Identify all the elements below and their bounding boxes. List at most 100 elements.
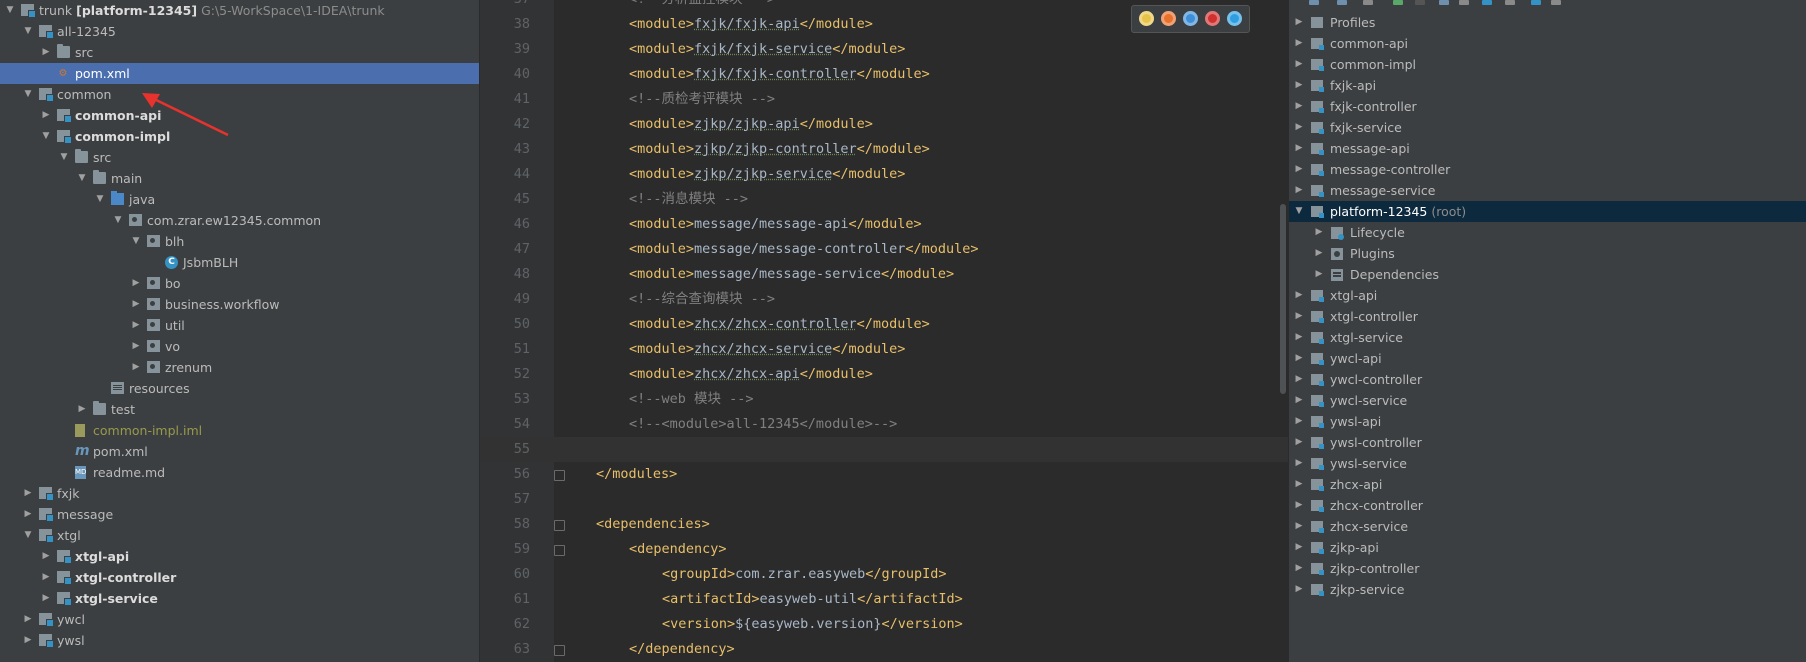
code-line[interactable]: 63 </dependency> bbox=[480, 637, 1288, 662]
tree-row-common[interactable]: ▼ common bbox=[0, 84, 479, 105]
code-line[interactable]: 42 <module>zjkp/zjkp-api</module> bbox=[480, 112, 1288, 137]
maven-toolbar-button[interactable] bbox=[1393, 0, 1403, 5]
maven-row-zhcx-api[interactable]: ▶ zhcx-api bbox=[1289, 474, 1806, 495]
tree-row-xtgl-api[interactable]: ▶ xtgl-api bbox=[0, 546, 479, 567]
maven-row-ywsl-controller[interactable]: ▶ ywsl-controller bbox=[1289, 432, 1806, 453]
maven-row-common-api[interactable]: ▶ common-api bbox=[1289, 33, 1806, 54]
collapsed-arrow-icon[interactable]: ▶ bbox=[130, 315, 142, 336]
fold-marker-icon[interactable] bbox=[554, 645, 565, 656]
tree-row-xtgl[interactable]: ▼ xtgl bbox=[0, 525, 479, 546]
collapsed-arrow-icon[interactable]: ▶ bbox=[22, 483, 34, 504]
collapsed-arrow-icon[interactable]: ▶ bbox=[1293, 285, 1305, 306]
code-line[interactable]: 57 bbox=[480, 487, 1288, 512]
code-line[interactable]: 56 </modules> bbox=[480, 462, 1288, 487]
maven-toolbar-button[interactable] bbox=[1337, 0, 1347, 5]
code-line[interactable]: 48 <module>message/message-service</modul… bbox=[480, 262, 1288, 287]
tree-row-resources[interactable]: resources bbox=[0, 378, 479, 399]
opera-icon[interactable] bbox=[1205, 11, 1220, 26]
collapsed-arrow-icon[interactable]: ▶ bbox=[1293, 432, 1305, 453]
code-line[interactable]: 46 <module>message/message-api</module> bbox=[480, 212, 1288, 237]
tree-row-trunk[interactable]: ▼ trunk [platform-12345] G:\5-WorkSpace\1… bbox=[0, 0, 479, 21]
code-line[interactable]: 39 <module>fxjk/fxjk-service</module> bbox=[480, 37, 1288, 62]
collapsed-arrow-icon[interactable]: ▶ bbox=[1293, 516, 1305, 537]
maven-toolbar-button[interactable] bbox=[1505, 0, 1515, 5]
tree-row-jsbmblh[interactable]: C JsbmBLH bbox=[0, 252, 479, 273]
collapsed-arrow-icon[interactable]: ▶ bbox=[1293, 180, 1305, 201]
collapsed-arrow-icon[interactable]: ▶ bbox=[1293, 453, 1305, 474]
maven-row-fxjk-api[interactable]: ▶ fxjk-api bbox=[1289, 75, 1806, 96]
tree-row-ywcl[interactable]: ▶ ywcl bbox=[0, 609, 479, 630]
collapsed-arrow-icon[interactable]: ▶ bbox=[1293, 474, 1305, 495]
collapsed-arrow-icon[interactable]: ▶ bbox=[1293, 12, 1305, 33]
expanded-arrow-icon[interactable]: ▼ bbox=[1293, 201, 1305, 222]
collapsed-arrow-icon[interactable]: ▶ bbox=[1293, 369, 1305, 390]
code-line[interactable]: 40 <module>fxjk/fxjk-controller</module> bbox=[480, 62, 1288, 87]
collapsed-arrow-icon[interactable]: ▶ bbox=[130, 357, 142, 378]
expanded-arrow-icon[interactable]: ▼ bbox=[58, 147, 70, 168]
tree-row-java[interactable]: ▼ java bbox=[0, 189, 479, 210]
maven-row-xtgl-service[interactable]: ▶ xtgl-service bbox=[1289, 327, 1806, 348]
maven-toolbar-button[interactable] bbox=[1309, 0, 1319, 5]
tree-row-blh[interactable]: ▼ blh bbox=[0, 231, 479, 252]
safari-icon[interactable] bbox=[1183, 11, 1198, 26]
fold-marker-icon[interactable] bbox=[554, 545, 565, 556]
tree-row-com-zrar-ew12345-common[interactable]: ▼ com.zrar.ew12345.common bbox=[0, 210, 479, 231]
collapsed-arrow-icon[interactable]: ▶ bbox=[1293, 390, 1305, 411]
collapsed-arrow-icon[interactable]: ▶ bbox=[1293, 96, 1305, 117]
maven-row-ywcl-api[interactable]: ▶ ywcl-api bbox=[1289, 348, 1806, 369]
maven-row-ywcl-service[interactable]: ▶ ywcl-service bbox=[1289, 390, 1806, 411]
maven-tool-window[interactable]: ▶ Profiles ▶ common-api ▶ common-impl ▶ fxjk-ap… bbox=[1289, 0, 1806, 662]
collapsed-arrow-icon[interactable]: ▶ bbox=[1313, 243, 1325, 264]
code-line[interactable]: 45 <!--消息模块 --> bbox=[480, 187, 1288, 212]
collapsed-arrow-icon[interactable]: ▶ bbox=[1293, 54, 1305, 75]
tree-row-pom-xml[interactable]: ⚙ pom.xml bbox=[0, 63, 479, 84]
maven-toolbar-button[interactable] bbox=[1551, 0, 1561, 5]
tree-row-common-impl-iml[interactable]: common-impl.iml bbox=[0, 420, 479, 441]
collapsed-arrow-icon[interactable]: ▶ bbox=[40, 546, 52, 567]
fold-marker-icon[interactable] bbox=[554, 520, 565, 531]
maven-row-platform-12345[interactable]: ▼ platform-12345 (root) bbox=[1289, 201, 1806, 222]
maven-row-fxjk-service[interactable]: ▶ fxjk-service bbox=[1289, 117, 1806, 138]
collapsed-arrow-icon[interactable]: ▶ bbox=[22, 609, 34, 630]
maven-row-dependencies[interactable]: ▶ Dependencies bbox=[1289, 264, 1806, 285]
collapsed-arrow-icon[interactable]: ▶ bbox=[130, 336, 142, 357]
tree-row-src[interactable]: ▶ src bbox=[0, 42, 479, 63]
expanded-arrow-icon[interactable]: ▼ bbox=[22, 84, 34, 105]
collapsed-arrow-icon[interactable]: ▶ bbox=[1293, 348, 1305, 369]
maven-toolbar-button[interactable] bbox=[1482, 0, 1492, 5]
maven-row-ywsl-api[interactable]: ▶ ywsl-api bbox=[1289, 411, 1806, 432]
collapsed-arrow-icon[interactable]: ▶ bbox=[22, 630, 34, 651]
maven-row-ywcl-controller[interactable]: ▶ ywcl-controller bbox=[1289, 369, 1806, 390]
collapsed-arrow-icon[interactable]: ▶ bbox=[1313, 264, 1325, 285]
maven-toolbar-button[interactable] bbox=[1415, 0, 1425, 5]
expanded-arrow-icon[interactable]: ▼ bbox=[112, 210, 124, 231]
code-line[interactable]: 43 <module>zjkp/zjkp-controller</module> bbox=[480, 137, 1288, 162]
code-line[interactable]: 41 <!--质检考评模块 --> bbox=[480, 87, 1288, 112]
code-line[interactable]: 58 <dependencies> bbox=[480, 512, 1288, 537]
expanded-arrow-icon[interactable]: ▼ bbox=[130, 231, 142, 252]
collapsed-arrow-icon[interactable]: ▶ bbox=[1293, 579, 1305, 600]
code-line[interactable]: 54 <!--<module>all-12345</module>--> bbox=[480, 412, 1288, 437]
chrome-icon[interactable] bbox=[1139, 11, 1154, 26]
collapsed-arrow-icon[interactable]: ▶ bbox=[1293, 495, 1305, 516]
maven-row-zhcx-service[interactable]: ▶ zhcx-service bbox=[1289, 516, 1806, 537]
fold-marker-icon[interactable] bbox=[554, 470, 565, 481]
collapsed-arrow-icon[interactable]: ▶ bbox=[76, 399, 88, 420]
code-line[interactable]: 61 <artifactId>easyweb-util</artifactId> bbox=[480, 587, 1288, 612]
tree-row-xtgl-controller[interactable]: ▶ xtgl-controller bbox=[0, 567, 479, 588]
tree-row-src[interactable]: ▼ src bbox=[0, 147, 479, 168]
tree-row-readme-md[interactable]: MD readme.md bbox=[0, 462, 479, 483]
collapsed-arrow-icon[interactable]: ▶ bbox=[1293, 159, 1305, 180]
tree-row-all-12345[interactable]: ▼ all-12345 bbox=[0, 21, 479, 42]
code-line[interactable]: 53 <!--web 模块 --> bbox=[480, 387, 1288, 412]
code-line[interactable]: 60 <groupId>com.zrar.easyweb</groupId> bbox=[480, 562, 1288, 587]
expanded-arrow-icon[interactable]: ▼ bbox=[22, 525, 34, 546]
maven-row-plugins[interactable]: ▶ Plugins bbox=[1289, 243, 1806, 264]
maven-toolbar-button[interactable] bbox=[1531, 0, 1541, 5]
collapsed-arrow-icon[interactable]: ▶ bbox=[1293, 306, 1305, 327]
collapsed-arrow-icon[interactable]: ▶ bbox=[1293, 138, 1305, 159]
project-tool-window[interactable]: ▼ trunk [platform-12345] G:\5-WorkSpace\1… bbox=[0, 0, 479, 662]
code-line[interactable]: 55 bbox=[480, 437, 1288, 462]
maven-row-common-impl[interactable]: ▶ common-impl bbox=[1289, 54, 1806, 75]
collapsed-arrow-icon[interactable]: ▶ bbox=[22, 504, 34, 525]
